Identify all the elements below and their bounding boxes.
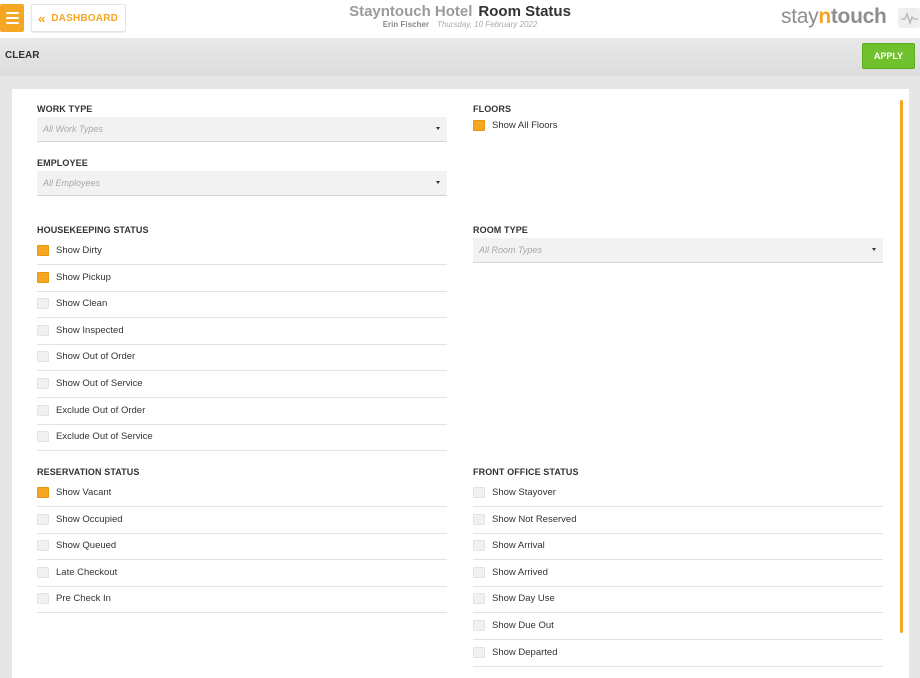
checkbox[interactable] — [37, 324, 49, 336]
logo-text-n: n — [818, 5, 831, 28]
option-label: Show Dirty — [56, 245, 102, 256]
logo-text-stay: stay — [781, 5, 819, 28]
option-label: Show Stayover — [492, 487, 556, 498]
option-label: Show Clean — [56, 298, 108, 310]
employee-select[interactable]: All Employees — [37, 171, 447, 196]
option-label: Show Departed — [492, 646, 558, 658]
employee-placeholder: All Employees — [43, 178, 101, 188]
checkbox[interactable] — [473, 620, 485, 631]
floors-option-show-all[interactable]: Show All Floors — [473, 113, 673, 140]
current-date: Thursday, 10 February 2022 — [436, 20, 538, 29]
housekeeping-status-title: HOUSEKEEPING STATUS — [37, 225, 149, 235]
checkbox-option[interactable]: Exclude Out of Order — [37, 398, 447, 425]
checkbox-option[interactable]: Show Clean — [37, 291, 447, 319]
work-type-placeholder: All Work Types — [43, 124, 103, 134]
work-type-title: WORK TYPE — [37, 104, 93, 114]
checkbox-option[interactable]: Show Pickup — [37, 265, 447, 292]
checkbox-option[interactable]: Show Arrived — [473, 560, 883, 587]
room-type-title: ROOM TYPE — [473, 225, 528, 235]
option-label: Show Inspected — [56, 324, 124, 336]
checkbox[interactable] — [473, 540, 485, 552]
option-label: Exclude Out of Service — [56, 431, 153, 443]
option-label: Show Occupied — [56, 513, 123, 525]
checkbox-option[interactable]: Show Stayover — [473, 480, 883, 507]
page-title: Room Status — [478, 3, 571, 20]
checkbox-option[interactable]: Show Departed — [473, 640, 883, 667]
checkbox-option[interactable]: Show Vacant — [37, 480, 447, 507]
checkbox-option[interactable]: Show Out of Order — [37, 344, 447, 372]
checkbox[interactable] — [37, 298, 49, 310]
checkbox[interactable] — [37, 487, 49, 498]
checkbox[interactable] — [473, 566, 485, 578]
checkbox[interactable] — [473, 646, 485, 658]
caret-down-icon — [436, 127, 440, 130]
user-name: Erin Fischer — [382, 20, 429, 29]
checkbox-option[interactable]: Late Checkout — [37, 560, 447, 587]
clear-button[interactable]: CLEAR — [5, 50, 39, 61]
option-label: Show Out of Service — [56, 378, 143, 389]
option-label: Late Checkout — [56, 566, 118, 578]
option-label: Show Not Reserved — [492, 513, 577, 525]
scrollbar[interactable] — [900, 100, 903, 633]
checkbox-option[interactable]: Show Out of Service — [37, 371, 447, 398]
checkbox-option[interactable]: Show Day Use — [473, 586, 883, 614]
checkbox[interactable] — [473, 513, 485, 525]
pulse-icon — [898, 8, 920, 28]
checkbox[interactable] — [37, 593, 49, 605]
filter-toolbar: CLEAR — [0, 38, 920, 76]
checkbox-option[interactable]: Show Queued — [37, 533, 447, 561]
option-label: Pre Check In — [56, 593, 111, 605]
option-label: Show Arrived — [492, 566, 548, 578]
checkbox-option[interactable]: Show Not Reserved — [473, 507, 883, 534]
logo-text-touch: touch — [830, 5, 887, 28]
top-header: « DASHBOARD Stayntouch Hotel Room Status … — [0, 0, 920, 38]
checkbox[interactable] — [37, 351, 49, 363]
apply-button[interactable]: APPLY — [862, 43, 915, 69]
checkbox[interactable] — [37, 513, 49, 525]
checkbox[interactable] — [37, 431, 49, 443]
checkbox[interactable] — [37, 540, 49, 552]
checkbox[interactable] — [473, 593, 485, 605]
checkbox[interactable] — [37, 378, 49, 389]
checkbox-option[interactable]: Show Occupied — [37, 507, 447, 534]
option-label: Show Queued — [56, 540, 117, 552]
checkbox-option[interactable]: Exclude Out of Service — [37, 424, 447, 452]
checkbox[interactable] — [37, 404, 49, 416]
checkbox[interactable] — [473, 487, 485, 498]
hotel-name: Stayntouch Hotel — [349, 3, 473, 20]
checkbox-option[interactable]: Show Dirty — [37, 238, 447, 265]
employee-title: EMPLOYEE — [37, 158, 88, 168]
option-label: Show All Floors — [492, 120, 558, 131]
checkbox[interactable] — [37, 245, 49, 256]
stayntouch-logo: stayntouch — [781, 5, 887, 29]
checkbox[interactable] — [473, 120, 485, 131]
option-label: Exclude Out of Order — [56, 404, 146, 416]
caret-down-icon — [436, 181, 440, 184]
option-label: Show Arrival — [492, 540, 545, 552]
checkbox[interactable] — [37, 566, 49, 578]
checkbox-option[interactable]: Show Arrival — [473, 533, 883, 561]
reservation-status-title: RESERVATION STATUS — [37, 467, 140, 477]
checkbox[interactable] — [37, 271, 49, 283]
front-office-status-title: FRONT OFFICE STATUS — [473, 467, 579, 477]
work-type-select[interactable]: All Work Types — [37, 117, 447, 142]
room-type-placeholder: All Room Types — [479, 245, 542, 255]
caret-down-icon — [872, 248, 876, 251]
option-label: Show Pickup — [56, 271, 111, 283]
option-label: Show Due Out — [492, 620, 554, 631]
room-type-select[interactable]: All Room Types — [473, 238, 883, 263]
checkbox-option[interactable]: Pre Check In — [37, 586, 447, 614]
option-label: Show Vacant — [56, 487, 112, 498]
checkbox-option[interactable]: Show Inspected — [37, 318, 447, 345]
option-label: Show Out of Order — [56, 351, 136, 363]
option-label: Show Day Use — [492, 593, 555, 605]
checkbox-option[interactable]: Show Due Out — [473, 613, 883, 640]
